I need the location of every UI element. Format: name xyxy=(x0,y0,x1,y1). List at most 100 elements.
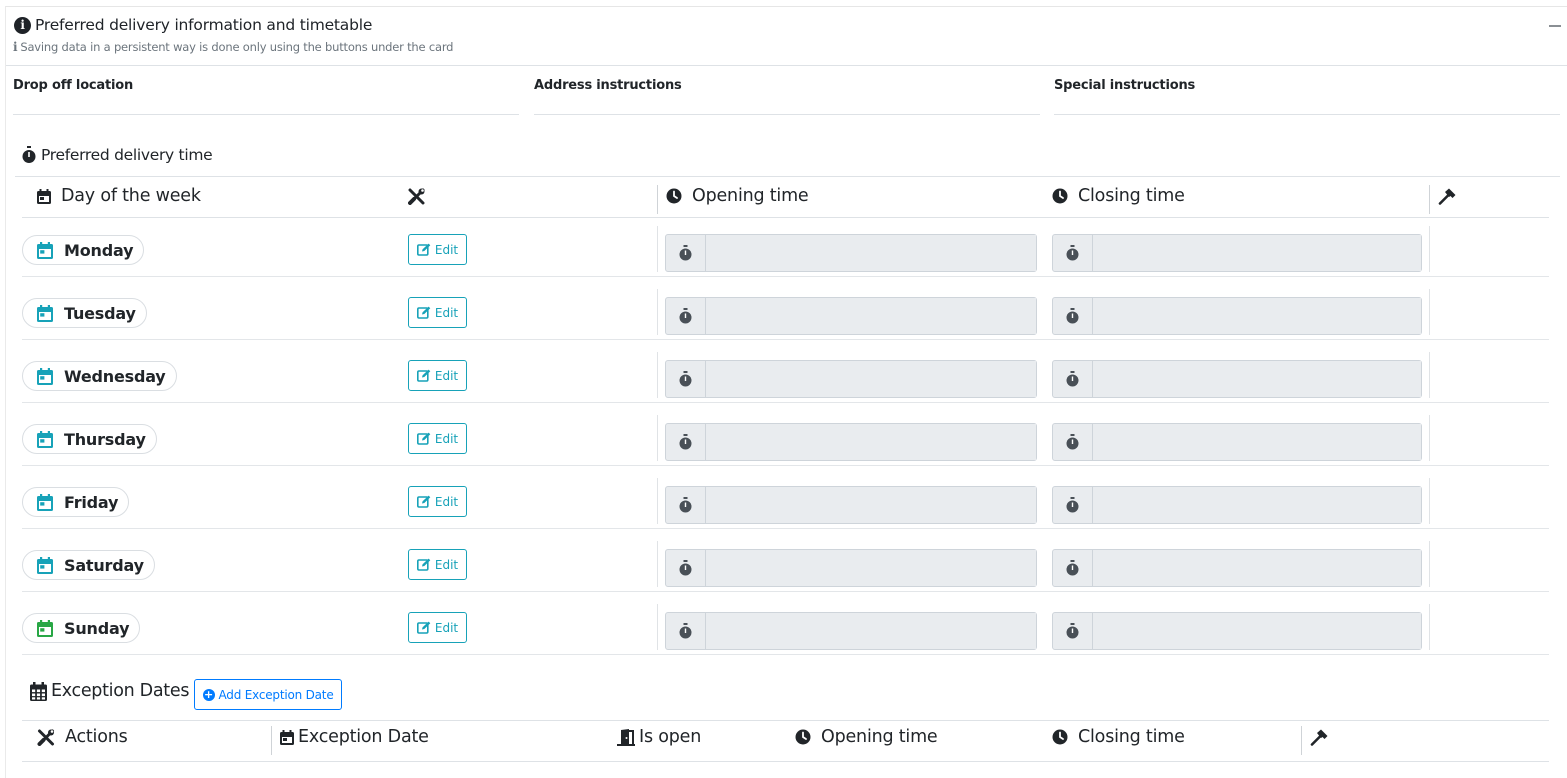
stopwatch-icon xyxy=(1053,298,1093,334)
header-day-label: Day of the week xyxy=(61,186,201,206)
edit-button-monday[interactable]: Edit xyxy=(408,234,467,265)
timetable-header-top-border xyxy=(15,176,1560,177)
opening-time-input-friday[interactable] xyxy=(665,486,1037,524)
header-hammer xyxy=(1438,188,1456,205)
opening-time-field[interactable] xyxy=(706,361,1036,397)
closing-time-input-thursday[interactable] xyxy=(1052,423,1422,461)
edit-icon xyxy=(416,432,431,445)
exc-header-is-open-label: Is open xyxy=(639,727,702,747)
opening-time-field[interactable] xyxy=(706,298,1036,334)
day-badge-wednesday: Wednesday xyxy=(22,361,177,391)
clock-icon xyxy=(1052,188,1068,204)
info-circle-icon: i xyxy=(14,16,31,34)
row-separator xyxy=(1429,478,1430,524)
card-subtitle: i Saving data in a persistent way is don… xyxy=(13,40,453,54)
drop-off-field[interactable]: Drop off location xyxy=(13,72,519,115)
closing-time-field[interactable] xyxy=(1093,487,1421,523)
exceptions-header-top-border xyxy=(22,720,1549,721)
edit-label: Edit xyxy=(434,494,459,509)
timetable-header-bottom-border xyxy=(22,217,1549,218)
row-separator xyxy=(1429,415,1430,461)
plus-circle-icon: + xyxy=(202,688,215,701)
edit-button-tuesday[interactable]: Edit xyxy=(408,297,467,328)
collapse-button[interactable] xyxy=(1549,25,1561,27)
opening-time-input-tuesday[interactable] xyxy=(665,297,1037,335)
opening-time-input-wednesday[interactable] xyxy=(665,360,1037,398)
exc-header-opening-label: Opening time xyxy=(821,727,938,747)
opening-time-input-sunday[interactable] xyxy=(665,612,1037,650)
special-field[interactable]: Special instructions xyxy=(1054,72,1560,115)
edit-button-wednesday[interactable]: Edit xyxy=(408,360,467,391)
header-opening-label: Opening time xyxy=(692,186,809,206)
row-separator xyxy=(657,352,658,398)
row-separator xyxy=(1429,541,1430,587)
opening-time-input-saturday[interactable] xyxy=(665,549,1037,587)
opening-time-input-thursday[interactable] xyxy=(665,423,1037,461)
day-badge-tuesday: Tuesday xyxy=(22,298,147,328)
opening-time-field[interactable] xyxy=(706,613,1036,649)
closing-time-field[interactable] xyxy=(1093,613,1421,649)
exc-header-hammer xyxy=(1310,729,1328,746)
card-title: i Preferred delivery information and tim… xyxy=(14,16,372,34)
row-separator xyxy=(1429,604,1430,650)
opening-time-field[interactable] xyxy=(706,487,1036,523)
closing-time-field[interactable] xyxy=(1093,361,1421,397)
closing-time-input-tuesday[interactable] xyxy=(1052,297,1422,335)
edit-icon xyxy=(416,621,431,634)
exc-header-actions-label: Actions xyxy=(65,727,128,747)
header-closing: Closing time xyxy=(1052,186,1185,206)
day-badge-sunday: Sunday xyxy=(22,613,141,643)
stopwatch-icon xyxy=(1053,613,1093,649)
edit-button-sunday[interactable]: Edit xyxy=(408,612,467,643)
day-label: Sunday xyxy=(64,618,130,638)
clock-icon xyxy=(795,729,811,745)
card-header: i Preferred delivery information and tim… xyxy=(6,7,1567,66)
closing-time-input-saturday[interactable] xyxy=(1052,549,1422,587)
calendar-alt-icon xyxy=(30,681,47,701)
closing-time-input-monday[interactable] xyxy=(1052,234,1422,272)
closing-time-input-sunday[interactable] xyxy=(1052,612,1422,650)
day-badge-saturday: Saturday xyxy=(22,550,155,580)
closing-time-input-friday[interactable] xyxy=(1052,486,1422,524)
edit-icon xyxy=(416,306,431,319)
row-border xyxy=(22,465,1549,466)
closing-time-field[interactable] xyxy=(1093,550,1421,586)
clock-icon xyxy=(1052,729,1068,745)
card-subtitle-text: Saving data in a persistent way is done … xyxy=(20,40,454,54)
row-border xyxy=(22,591,1549,592)
add-exception-date-button[interactable]: + Add Exception Date xyxy=(194,679,342,710)
row-separator xyxy=(657,604,658,650)
row-border xyxy=(22,654,1549,655)
stopwatch-icon xyxy=(1053,361,1093,397)
row-separator xyxy=(657,541,658,587)
edit-button-saturday[interactable]: Edit xyxy=(408,549,467,580)
edit-button-friday[interactable]: Edit xyxy=(408,486,467,517)
day-badge-friday: Friday xyxy=(22,487,130,517)
exc-header-date: Exception Date xyxy=(280,727,429,747)
opening-time-field[interactable] xyxy=(706,424,1036,460)
closing-time-field[interactable] xyxy=(1093,235,1421,271)
opening-time-input-monday[interactable] xyxy=(665,234,1037,272)
timetable-title-text: Preferred delivery time xyxy=(41,146,213,164)
header-opening: Opening time xyxy=(666,186,809,206)
closing-time-field[interactable] xyxy=(1093,424,1421,460)
exc-header-closing-label: Closing time xyxy=(1078,727,1185,747)
header-day: Day of the week xyxy=(37,186,201,206)
exc-header-date-label: Exception Date xyxy=(298,727,429,747)
calendar-icon xyxy=(37,493,53,511)
opening-time-field[interactable] xyxy=(706,550,1036,586)
opening-time-field[interactable] xyxy=(706,235,1036,271)
row-separator xyxy=(657,415,658,461)
calendar-icon xyxy=(37,619,53,637)
calendar-icon xyxy=(37,367,53,385)
day-label: Saturday xyxy=(64,555,144,575)
address-field[interactable]: Address instructions xyxy=(534,72,1040,115)
edit-button-thursday[interactable]: Edit xyxy=(408,423,467,454)
closing-time-field[interactable] xyxy=(1093,298,1421,334)
edit-icon xyxy=(416,369,431,382)
stopwatch-icon xyxy=(666,487,706,523)
exceptions-header-bottom-border xyxy=(22,761,1549,762)
exc-header-closing: Closing time xyxy=(1052,727,1185,747)
closing-time-input-wednesday[interactable] xyxy=(1052,360,1422,398)
day-badge-monday: Monday xyxy=(22,235,145,265)
